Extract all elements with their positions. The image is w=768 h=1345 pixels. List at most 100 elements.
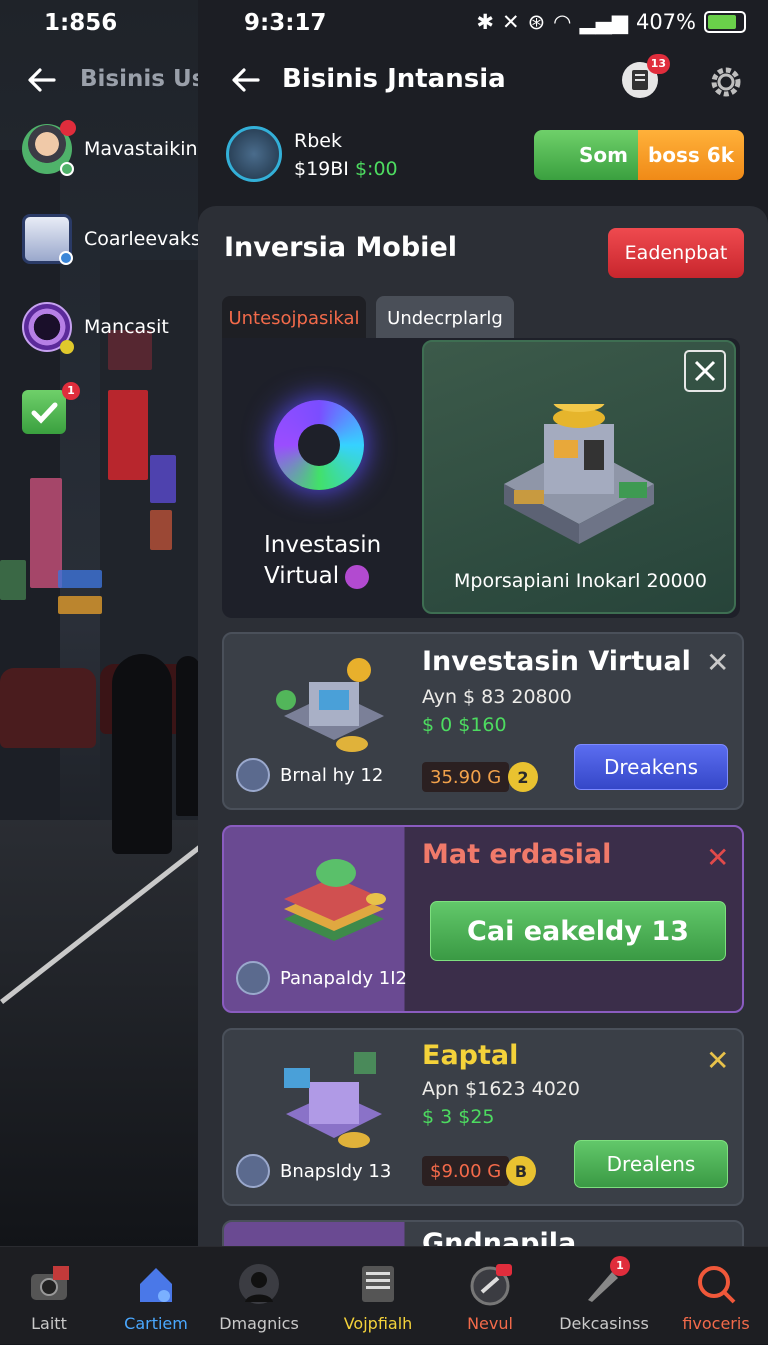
nav-label: Dmagnics: [219, 1314, 299, 1333]
check-icon: 1: [22, 382, 80, 434]
hero-label-line2: Virtual: [264, 563, 340, 589]
notif-badge: 13: [646, 54, 670, 74]
card-price: 35.90 G: [422, 762, 510, 792]
hero-banner: Investasin Virtual Mporsapiani Inokarl 2…: [222, 338, 740, 618]
home-icon: [134, 1262, 178, 1306]
notepad-icon: [356, 1262, 400, 1306]
left-item-label: Mancasit: [84, 316, 169, 338]
camera-icon: [27, 1262, 71, 1306]
bottom-nav: Laitt Cartiem Dmagnics Vojpfialh Nevul 1…: [0, 1246, 768, 1344]
profile-name: Rbek: [294, 130, 342, 152]
card-action-button[interactable]: Cai eakeldy 13: [430, 901, 726, 961]
investment-card[interactable]: Brnal hy 12 Investasin Virtual Ayn $ 83 …: [222, 632, 744, 810]
coin-badge-icon: 2: [508, 762, 538, 792]
card-price: $9.00 G: [422, 1156, 510, 1186]
card-subtitle: Apn $1623 4020: [422, 1078, 580, 1100]
back-arrow-icon[interactable]: [228, 62, 264, 98]
card-tag-label: Brnal hy 12: [280, 764, 384, 786]
pen-icon: 1: [582, 1256, 630, 1306]
avatar-token-icon: [236, 758, 270, 792]
card-close-icon[interactable]: ✕: [706, 646, 729, 679]
background-street-scene: [0, 0, 200, 1250]
tab-second[interactable]: Undecrplarlg: [376, 296, 514, 340]
boss-button[interactable]: Som boss 6k: [534, 130, 744, 180]
bank-building-icon: [504, 404, 654, 544]
battery-icon: [704, 11, 746, 33]
search-icon: [694, 1262, 738, 1306]
card-title: Investasin Virtual: [422, 646, 691, 677]
computer-stack-icon: [284, 1052, 382, 1148]
left-item-briefcase[interactable]: Coarleevakso: [22, 214, 213, 265]
briefcase-icon: [22, 214, 73, 265]
coin-badge-icon: B: [506, 1156, 536, 1186]
left-item-check[interactable]: 1: [22, 382, 80, 434]
card-title: Eaptal: [422, 1040, 519, 1071]
card-tag: Panapaldy 1I2: [236, 961, 407, 995]
investment-card[interactable]: Bnapsldy 13 Eaptal Apn $1623 4020 $ 3 $2…: [222, 1028, 744, 1206]
cash-stack-icon: [284, 859, 386, 941]
left-item-label: Mavastaikin: [84, 138, 198, 160]
sheet-action-button[interactable]: Eadenpbat: [608, 228, 744, 278]
left-item-coin[interactable]: Mancasit: [22, 302, 169, 354]
battery-percent: 407%: [635, 10, 696, 34]
nav-item-cartiem[interactable]: Cartiem: [118, 1247, 194, 1345]
hero-card[interactable]: Mporsapiani Inokarl 20000: [422, 340, 736, 614]
notifications-button[interactable]: 13: [620, 54, 670, 100]
card-action-button[interactable]: Dreakens: [574, 744, 728, 790]
computer-stack-icon: [276, 658, 384, 752]
nav-item-dmagnics[interactable]: Dmagnics: [214, 1247, 304, 1345]
nav-label: Nevul: [467, 1314, 513, 1333]
nav-label: Dekcasinss: [559, 1314, 649, 1333]
nav-label: Laitt: [31, 1314, 67, 1333]
balance-prefix: $19BI: [294, 158, 349, 180]
wifi-icon: ◠: [553, 10, 572, 34]
investment-card[interactable]: Panapaldy 1I2 Mat erdasial ✕ Cai eakeldy…: [222, 825, 744, 1013]
avatar-token-icon: [236, 1154, 270, 1188]
user-avatar-icon: [22, 120, 76, 176]
swirl-orb-icon: [274, 400, 364, 490]
car-avatar-icon[interactable]: [226, 126, 282, 182]
profile-balance: $19BI $:00: [294, 158, 398, 180]
hero-label: Investasin Virtual: [264, 530, 381, 592]
card-subtitle: Ayn $ 83 20800: [422, 686, 572, 708]
card-return: $ 3 $25: [422, 1106, 495, 1128]
left-back-arrow-icon[interactable]: [24, 62, 60, 98]
card-action-button[interactable]: Drealens: [574, 1140, 728, 1188]
card-tag: Brnal hy 12: [236, 758, 383, 792]
check-badge: 1: [62, 382, 80, 400]
coin-icon: [345, 564, 370, 589]
purple-coin-icon: [22, 302, 74, 354]
nav-item-vojpfialh[interactable]: Vojpfialh: [336, 1247, 420, 1345]
hero-card-caption: Mporsapiani Inokarl 20000: [454, 570, 707, 592]
boss-button-left-label: Som: [579, 143, 628, 167]
balance-value: $:00: [354, 158, 398, 180]
card-title: Mat erdasial: [422, 839, 612, 870]
card-tag-label: Bnapsldy 13: [280, 1160, 392, 1182]
card-close-icon[interactable]: ✕: [706, 1044, 729, 1077]
nav-item-fivoceris[interactable]: fivoceris: [676, 1247, 756, 1345]
status-time: 9:3:17: [244, 10, 327, 36]
nav-label: fivoceris: [682, 1314, 750, 1333]
left-item-label: Coarleevakso: [84, 228, 213, 250]
tab-first[interactable]: Untesojpasikal: [222, 296, 366, 340]
card-tag: Bnapsldy 13: [236, 1154, 391, 1188]
signal-icon: ▂▄▆: [579, 10, 628, 34]
wallet-icon: [468, 1262, 512, 1306]
user-silhouette-icon: [237, 1262, 281, 1306]
avatar-token-icon: [236, 961, 270, 995]
status-bar: 9:3:17 ✱ ✕ ⊛ ◠ ▂▄▆ 407%: [198, 0, 768, 46]
sync-icon: ⊛: [527, 10, 546, 34]
close-icon[interactable]: [684, 350, 726, 392]
left-item-profile[interactable]: Mavastaikin: [22, 120, 198, 176]
nav-item-laitt[interactable]: Laitt: [14, 1247, 84, 1345]
sheet-title: Inversia Mobiel: [224, 232, 458, 263]
nav-item-dekcasinss[interactable]: 1 Dekcasinss: [552, 1247, 656, 1345]
hero-label-line1: Investasin: [264, 532, 382, 558]
nav-label: Vojpfialh: [343, 1314, 413, 1333]
card-close-icon[interactable]: ✕: [706, 841, 729, 874]
nav-item-nevul[interactable]: Nevul: [452, 1247, 528, 1345]
nav-badge: 1: [610, 1256, 630, 1276]
nav-label: Cartiem: [124, 1314, 188, 1333]
bluetooth-icon: ✱: [476, 10, 494, 34]
settings-gear-icon[interactable]: [706, 62, 746, 102]
